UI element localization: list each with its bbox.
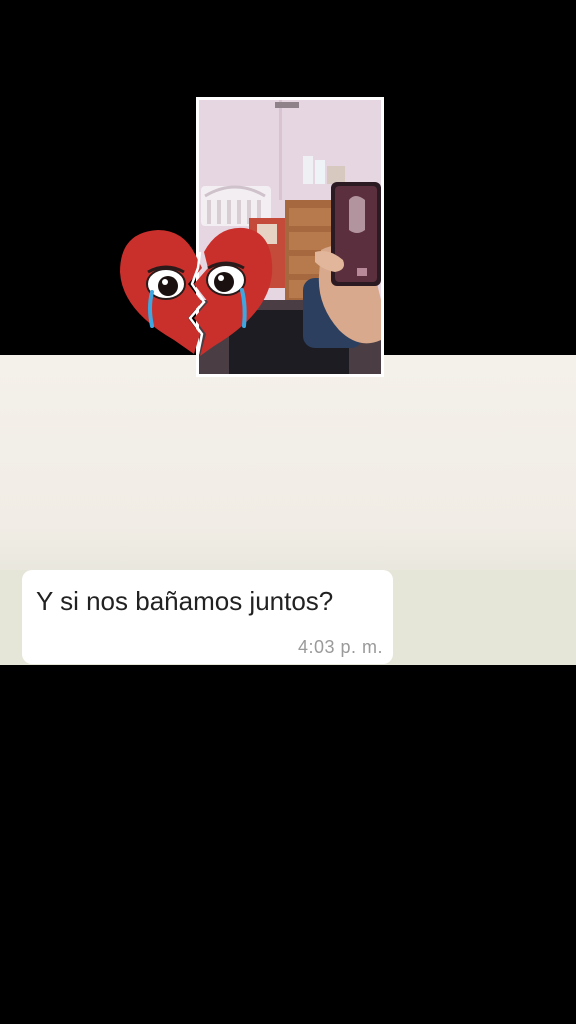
crying-broken-heart-icon (118, 222, 274, 358)
message-text: Y si nos bañamos juntos? (36, 586, 334, 616)
message-timestamp: 4:03 p. m. (297, 637, 383, 657)
message-bubble[interactable]: Y si nos bañamos juntos? 4:03 p. m. (22, 570, 393, 664)
bottom-black-area (0, 665, 576, 1024)
